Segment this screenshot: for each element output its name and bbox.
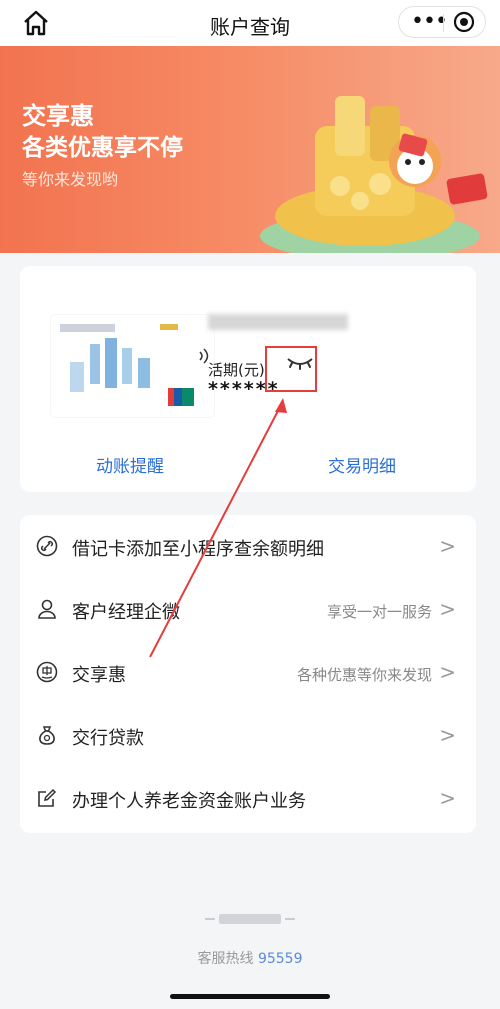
home-indicator[interactable] [170, 994, 330, 999]
menu-item-subtitle: 享受一对一服务 [326, 603, 432, 621]
top-bar: 账户查询 ••• [0, 0, 500, 46]
menu-item-label: 交行贷款 [72, 728, 144, 749]
account-number-masked [208, 314, 348, 330]
menu-item-label: 借记卡添加至小程序查余额明细 [72, 539, 324, 560]
banner-title: 交享惠 [22, 102, 94, 130]
hui-icon [36, 661, 58, 683]
link-icon [36, 535, 58, 557]
hotline-label: 客服热线 [197, 951, 254, 967]
money-bag-icon [39, 726, 55, 745]
account-card: 活期(元) ****** 动账提醒 交易明细 [20, 266, 476, 492]
banner-illustration [260, 96, 488, 253]
menu-item-add-card[interactable]: 借记卡添加至小程序查余额明细 > [20, 515, 476, 578]
chevron-right-icon: > [439, 723, 456, 747]
capsule-divider [443, 14, 444, 32]
close-target-icon[interactable] [453, 11, 475, 33]
bank-name-blurred [0, 912, 500, 930]
chevron-right-icon: > [439, 534, 456, 558]
account-type-label: 活期(元) [208, 361, 265, 379]
menu-item-account-manager[interactable]: 客户经理企微 享受一对一服务 > [20, 578, 476, 641]
edit-icon [38, 788, 57, 807]
hotline-number[interactable]: 95559 [258, 951, 303, 967]
bank-logo-text [205, 914, 295, 924]
menu-item-label: 交享惠 [72, 665, 126, 686]
banner-tagline: 等你来发现哟 [22, 170, 119, 189]
menu-item-loans[interactable]: 交行贷款 > [20, 704, 476, 767]
menu-item-jiaoxianghui[interactable]: 交享惠 各种优惠等你来发现 > [20, 641, 476, 704]
more-icon[interactable]: ••• [411, 11, 448, 33]
bank-card-image [50, 314, 215, 418]
chevron-right-icon: > [439, 660, 456, 684]
transaction-details-link[interactable]: 交易明细 [328, 452, 396, 477]
menu-item-label: 办理个人养老金资金账户业务 [72, 791, 306, 812]
service-menu: 借记卡添加至小程序查余额明细 > 客户经理企微 享受一对一服务 > 交享惠 各种… [20, 515, 476, 833]
menu-item-label: 客户经理企微 [72, 602, 180, 623]
banner-subtitle: 各类优惠享不停 [22, 135, 183, 161]
menu-item-pension-account[interactable]: 办理个人养老金资金账户业务 > [20, 767, 476, 830]
promo-banner[interactable]: 交享惠 各类优惠享不停 等你来发现哟 [0, 46, 500, 253]
menu-item-subtitle: 各种优惠等你来发现 [296, 666, 432, 684]
customer-hotline: 客服热线 95559 [0, 948, 500, 968]
highlight-box [265, 346, 317, 392]
user-icon [38, 599, 56, 619]
balance-alert-link[interactable]: 动账提醒 [96, 452, 164, 477]
chevron-right-icon: > [439, 597, 456, 621]
chevron-right-icon: > [439, 786, 456, 810]
mini-program-capsule: ••• [398, 6, 486, 38]
